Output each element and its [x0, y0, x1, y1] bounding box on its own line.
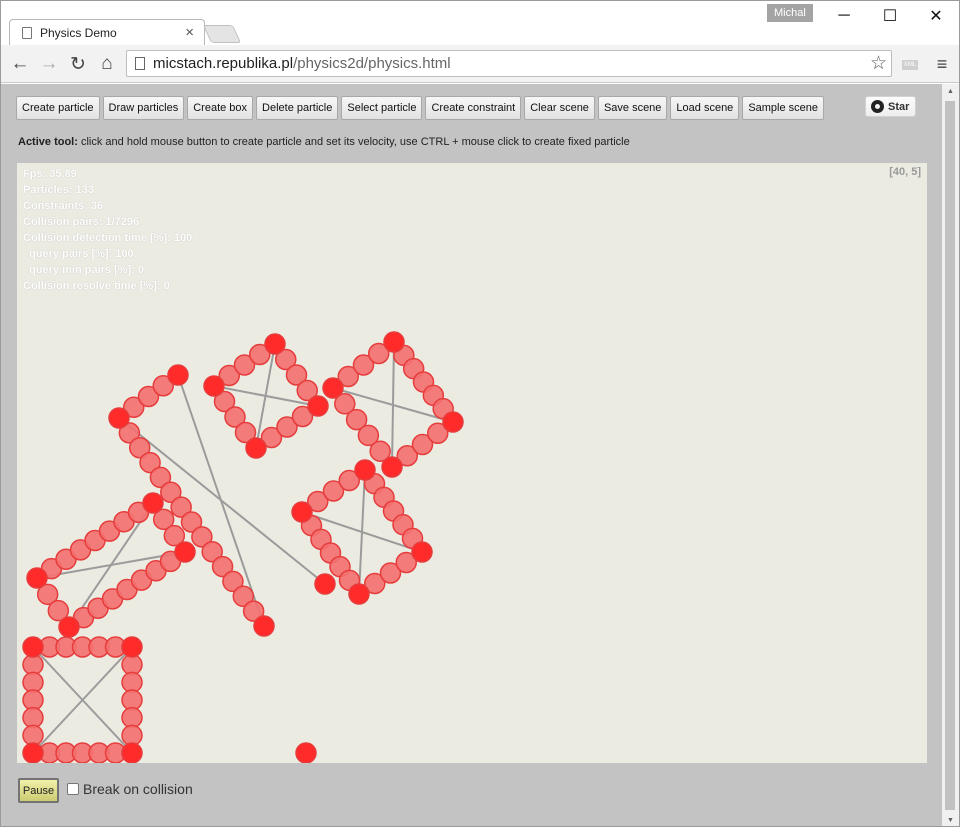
particle-anchor[interactable] — [354, 459, 376, 481]
minimize-icon[interactable]: ─ — [821, 1, 867, 31]
particle-anchor[interactable] — [167, 364, 189, 386]
stat-fps: Fps: 35.89 — [23, 168, 77, 180]
stat-detection-time: Collision detection time [%]: 100 — [23, 232, 193, 244]
stats-overlay: Fps: 35.89 Particles: 133 Constraints: 3… — [23, 166, 192, 294]
tab-title: Physics Demo — [40, 25, 117, 40]
stat-collision-pairs: Collision pairs: 1/7296 — [23, 216, 140, 228]
tab-physics-demo[interactable]: Physics Demo × — [9, 19, 205, 45]
stat-constraints: Constraints: 36 — [23, 200, 104, 212]
particle-anchor[interactable] — [121, 636, 143, 658]
scroll-down-icon[interactable]: ▼ — [945, 817, 956, 824]
page-content: Create particle Draw particles Create bo… — [1, 84, 942, 826]
particle-anchor[interactable] — [314, 573, 336, 595]
maximize-icon[interactable]: ☐ — [867, 1, 913, 31]
particle-anchor[interactable] — [142, 492, 164, 514]
active-tool-text: click and hold mouse button to create pa… — [80, 136, 630, 148]
url-host: micstach.republika.pl — [153, 55, 294, 72]
xml-extension-icon[interactable]: XML — [902, 60, 918, 70]
particle-anchor[interactable] — [174, 541, 196, 563]
particle-anchor[interactable] — [291, 501, 313, 523]
particle-anchor[interactable] — [307, 395, 329, 417]
stat-query-pairs: query pairs [%]: 100 — [23, 248, 134, 260]
forward-arrow-icon[interactable]: → — [37, 52, 61, 76]
particle-anchor[interactable] — [121, 742, 143, 763]
back-arrow-icon[interactable]: ← — [8, 52, 32, 76]
star-label: Star — [888, 100, 910, 113]
address-bar[interactable]: micstach.republika.pl /physics2d/physics… — [126, 50, 892, 77]
particle-anchor[interactable] — [383, 331, 405, 353]
reload-icon[interactable]: ↻ — [66, 52, 90, 76]
menu-icon[interactable]: ≡ — [933, 54, 951, 74]
mouse-coordinates: [40, 5] — [889, 166, 921, 178]
constraint-line[interactable] — [177, 374, 265, 627]
particle-anchor[interactable] — [245, 437, 267, 459]
bookmark-star-icon[interactable]: ☆ — [870, 52, 887, 75]
vertical-scrollbar[interactable]: ▲ ▼ — [942, 84, 959, 826]
particle-anchor[interactable] — [26, 567, 48, 589]
stat-resolve-time: Collision resolve time [%]: 0 — [23, 280, 170, 292]
close-window-icon[interactable]: ✕ — [913, 1, 959, 31]
particle-anchor[interactable] — [411, 541, 433, 563]
active-tool-label: Active tool: — [18, 136, 78, 148]
page-icon — [22, 26, 32, 39]
particle-anchor[interactable] — [203, 375, 225, 397]
particle-anchor[interactable] — [381, 456, 403, 478]
active-tool-status: Active tool: click and hold mouse button… — [18, 136, 630, 148]
new-tab-button[interactable] — [202, 25, 242, 43]
particle-anchor[interactable] — [22, 636, 44, 658]
clear-scene-button[interactable]: Clear scene — [524, 96, 595, 120]
stat-particles: Particles: 133 — [23, 184, 94, 196]
browser-toolbar: ← → ↻ ⌂ micstach.republika.pl /physics2d… — [1, 45, 959, 83]
create-constraint-button[interactable]: Create constraint — [425, 96, 522, 120]
particle-anchor[interactable] — [322, 377, 344, 399]
break-on-collision-checkbox[interactable] — [67, 783, 79, 795]
github-star-button[interactable]: Star — [865, 96, 917, 117]
load-scene-button[interactable]: Load scene — [670, 96, 740, 120]
simulation-canvas[interactable]: Fps: 35.89 Particles: 133 Constraints: 3… — [17, 163, 927, 763]
break-on-collision-label: Break on collision — [83, 781, 193, 797]
delete-particle-button[interactable]: Delete particle — [256, 96, 339, 120]
pause-button[interactable]: Pause — [18, 778, 59, 803]
particle-anchor[interactable] — [295, 742, 317, 763]
url-path: /physics2d/physics.html — [293, 55, 451, 72]
home-icon[interactable]: ⌂ — [95, 52, 119, 76]
page-info-icon[interactable] — [135, 57, 145, 70]
particle-anchor[interactable] — [108, 407, 130, 429]
scrollbar-thumb[interactable] — [945, 101, 955, 810]
constraint-line[interactable] — [391, 341, 395, 468]
particle-anchor[interactable] — [348, 583, 370, 605]
particle-anchor[interactable] — [264, 333, 286, 355]
github-icon — [871, 100, 884, 113]
save-scene-button[interactable]: Save scene — [597, 96, 668, 120]
stat-query-min-pairs: query min pairs [%]: 0 — [23, 264, 145, 276]
create-box-button[interactable]: Create box — [187, 96, 254, 120]
particle-anchor[interactable] — [58, 616, 80, 638]
tool-buttons: Create particle Draw particles Create bo… — [16, 96, 825, 120]
draw-particles-button[interactable]: Draw particles — [102, 96, 185, 120]
browser-window: Physics Demo × Michal ─ ☐ ✕ ← → ↻ ⌂ mics… — [0, 0, 960, 827]
close-tab-icon[interactable]: × — [185, 24, 194, 41]
particle-anchor[interactable] — [442, 411, 464, 433]
title-bar: Physics Demo × Michal ─ ☐ ✕ — [1, 1, 959, 45]
break-on-collision[interactable]: Break on collision — [67, 781, 193, 797]
sample-scene-button[interactable]: Sample scene — [742, 96, 825, 120]
particle-anchor[interactable] — [253, 615, 275, 637]
select-particle-button[interactable]: Select particle — [341, 96, 423, 120]
profile-button[interactable]: Michal — [767, 4, 813, 22]
scroll-up-icon[interactable]: ▲ — [945, 88, 956, 95]
create-particle-button[interactable]: Create particle — [16, 96, 100, 120]
particle-anchor[interactable] — [22, 742, 44, 763]
